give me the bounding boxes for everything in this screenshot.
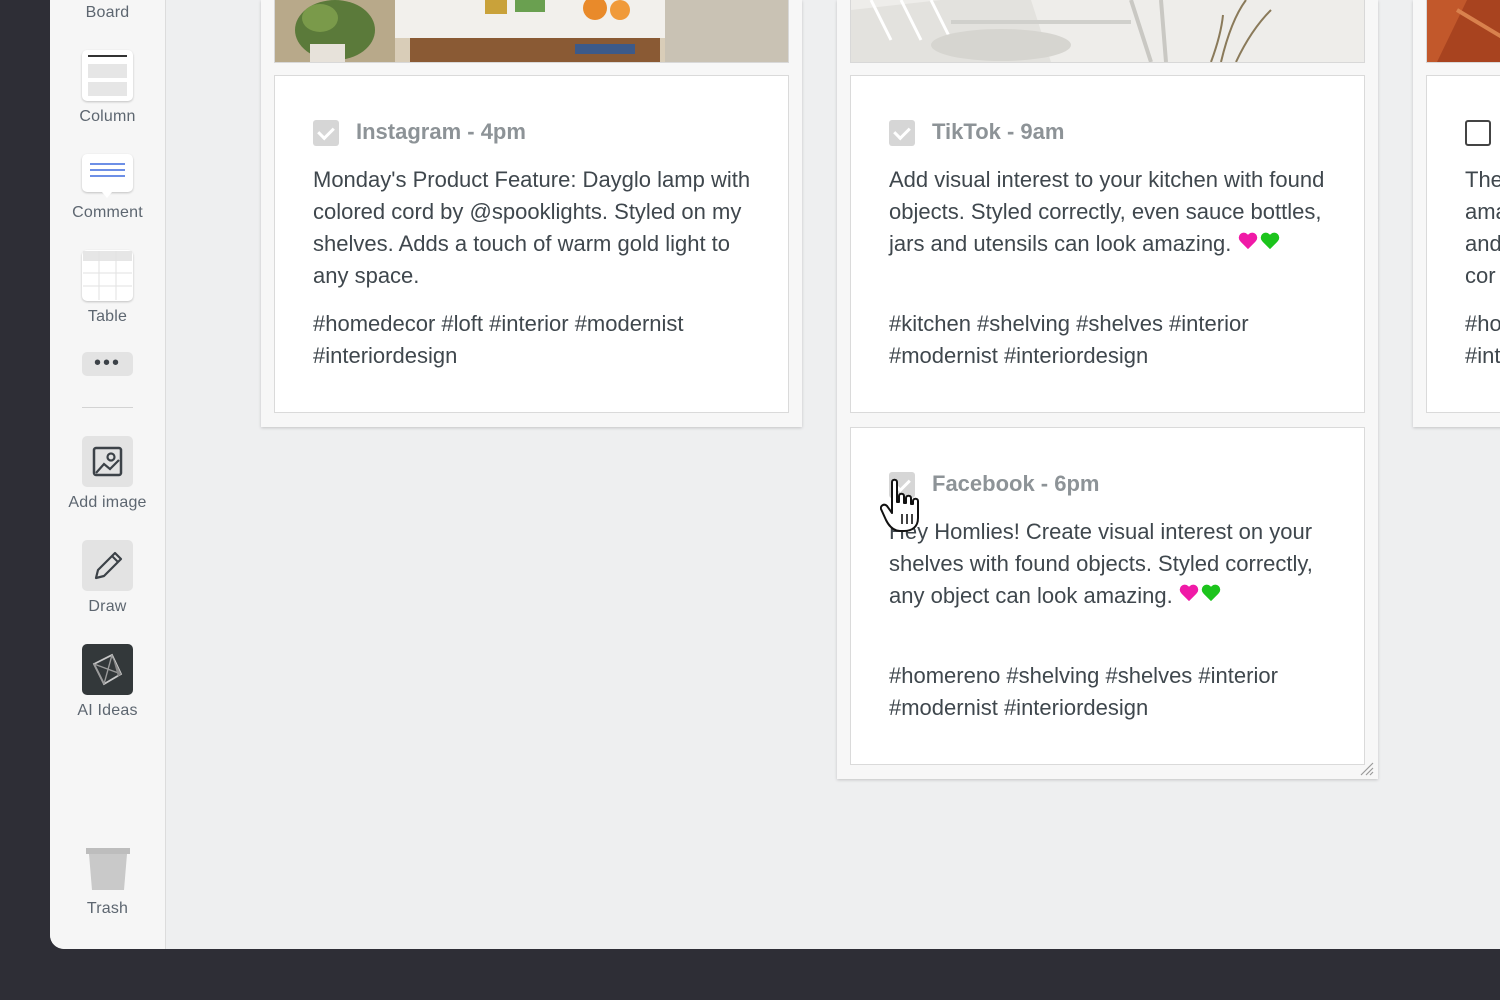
resize-handle-icon[interactable]: [1358, 760, 1374, 776]
card-body: Monday's Product Feature: Dayglo lamp wi…: [313, 167, 751, 288]
card-tag-line: #ho: [1465, 311, 1500, 336]
tool-comment[interactable]: Comment: [50, 154, 165, 234]
board-column[interactable]: The ama and cor #ho #int: [1413, 0, 1500, 427]
tool-draw[interactable]: Draw: [50, 540, 165, 620]
card-title: Instagram - 4pm: [356, 119, 526, 144]
tool-draw-label: Draw: [88, 598, 127, 615]
card-tags: #homedecor #loft #interior #modernist #i…: [313, 311, 684, 368]
card-tag-line: #int: [1465, 343, 1500, 368]
add-image-icon: [82, 436, 133, 487]
sidebar-divider: [82, 407, 133, 408]
card-checkbox[interactable]: [1465, 120, 1491, 146]
card-tags: #homereno #shelving #shelves #interior #…: [889, 663, 1278, 720]
image-card[interactable]: [1426, 0, 1500, 63]
post-card[interactable]: Instagram - 4pm Monday's Product Feature…: [274, 75, 789, 413]
tool-trash[interactable]: Trash: [50, 846, 165, 926]
card-body-line: cor: [1465, 263, 1496, 288]
table-icon: [82, 250, 133, 301]
ai-ideas-icon: [82, 644, 133, 695]
green-heart-icon: [1260, 233, 1280, 253]
post-card[interactable]: TikTok - 9am Add visual interest to your…: [850, 75, 1365, 413]
card-title: Facebook - 6pm: [932, 471, 1100, 496]
pink-heart-icon: [1238, 233, 1258, 253]
card-tags: #kitchen #shelving #shelves #interior #m…: [889, 311, 1249, 368]
column-icon: [82, 50, 133, 101]
pencil-icon: [82, 540, 133, 591]
tool-sidebar: Board Column Comment Table ••• Add image…: [50, 0, 166, 949]
post-card[interactable]: The ama and cor #ho #int: [1426, 75, 1500, 413]
card-checkbox[interactable]: [889, 120, 915, 146]
trash-icon: [86, 846, 130, 892]
card-checkbox[interactable]: [313, 120, 339, 146]
card-title: TikTok - 9am: [932, 119, 1065, 144]
photo-image: [851, 0, 1364, 62]
tool-board-label: Board: [85, 4, 130, 21]
card-body-text: Hey Homlies! Create visual interest on y…: [889, 519, 1313, 608]
comment-icon: [82, 154, 133, 198]
green-heart-icon: [1201, 585, 1221, 605]
hand-cursor-icon: [880, 478, 919, 532]
photo-image: [275, 0, 788, 62]
card-body-line: ama: [1465, 199, 1500, 224]
image-card[interactable]: [274, 0, 789, 63]
card-body: Hey Homlies! Create visual interest on y…: [889, 516, 1334, 612]
tool-ai-ideas-label: AI Ideas: [77, 702, 138, 719]
tool-table[interactable]: Table: [50, 250, 165, 330]
card-body: The ama and cor: [1465, 164, 1500, 292]
tool-board[interactable]: Board: [50, 4, 165, 22]
tool-trash-label: Trash: [86, 900, 129, 917]
card-body-line: The: [1465, 167, 1500, 192]
tool-table-label: Table: [87, 308, 128, 325]
tool-add-image[interactable]: Add image: [50, 436, 165, 516]
app-window: Board Column Comment Table ••• Add image…: [50, 0, 1500, 949]
tool-add-image-label: Add image: [68, 494, 147, 511]
more-tools-button[interactable]: •••: [82, 352, 133, 376]
pink-heart-icon: [1179, 585, 1199, 605]
tool-column[interactable]: Column: [50, 50, 165, 130]
tool-ai-ideas[interactable]: AI Ideas: [50, 644, 165, 724]
card-tags: #ho #int: [1465, 308, 1500, 372]
image-card[interactable]: [850, 0, 1365, 63]
board-column[interactable]: TikTok - 9am Add visual interest to your…: [837, 0, 1378, 779]
tool-column-label: Column: [79, 108, 136, 125]
card-body-line: and: [1465, 231, 1500, 256]
tool-comment-label: Comment: [72, 204, 143, 221]
photo-image: [1427, 0, 1500, 62]
card-body: Add visual interest to your kitchen with…: [889, 164, 1334, 260]
board-column[interactable]: Instagram - 4pm Monday's Product Feature…: [261, 0, 802, 427]
